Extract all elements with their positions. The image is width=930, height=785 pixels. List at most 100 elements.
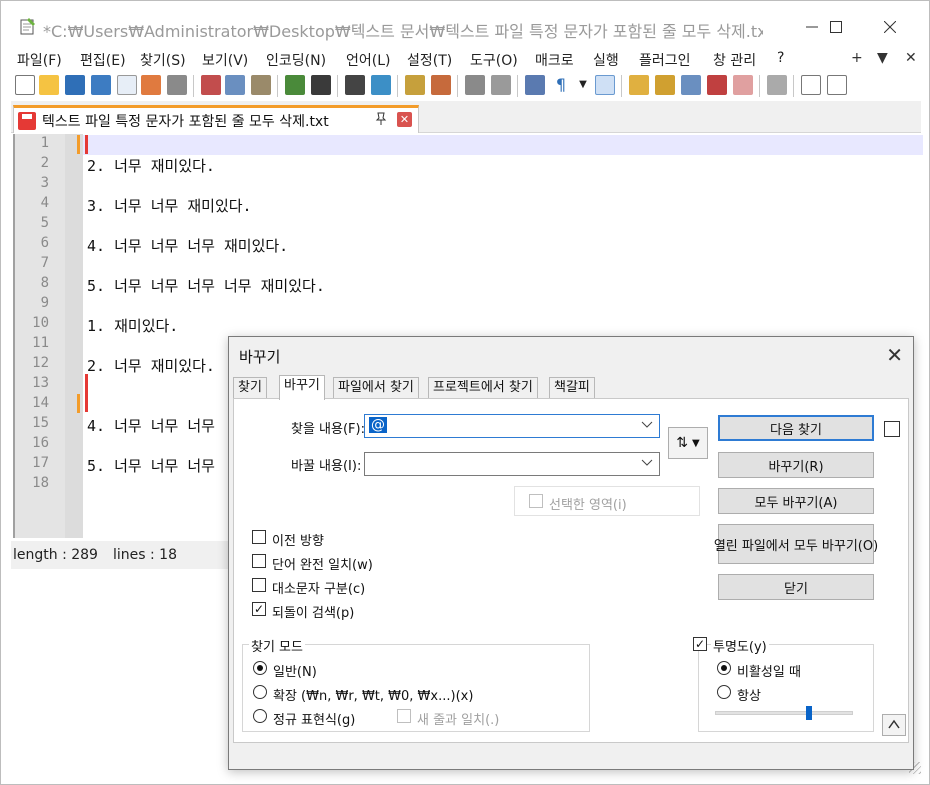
sync-vertical-icon[interactable] [465,75,485,95]
menu-tools[interactable]: 도구(O) [470,50,518,70]
menu-plugins[interactable]: 플러그인 [639,50,691,70]
close-dialog-button[interactable]: 닫기 [718,574,874,600]
redo-icon[interactable] [311,75,331,95]
close-doc-icon[interactable]: ✕ [905,50,917,66]
replace-all-button[interactable]: 모두 바꾸기(A) [718,488,874,514]
cut-icon[interactable] [201,75,221,95]
function-list-icon[interactable] [707,75,727,95]
save-all-icon[interactable] [91,75,111,95]
toolbar-dropdown-icon[interactable]: ▼ [573,75,593,95]
transparency-always-radio[interactable] [717,685,731,699]
doc-list-icon[interactable] [681,75,701,95]
close-file-icon[interactable] [117,75,137,95]
find-icon[interactable] [345,75,365,95]
notepad-app-icon [20,18,35,35]
code-line: 5. 너무 너무 너무 [87,457,215,475]
record-macro-icon[interactable] [801,75,821,95]
menu-help[interactable]: ? [777,50,784,66]
swap-find-replace-button[interactable]: ⇅ ▼ [668,427,708,459]
in-selection-checkbox[interactable] [529,494,543,508]
replace-dialog: 바꾸기 ✕ 찾기 바꾸기 파일에서 찾기 프로젝트에서 찾기 책갈피 찾을 내용… [228,336,914,770]
find-label: 찾을 내용(F): [291,422,365,437]
menu-language[interactable]: 언어(L) [346,50,390,70]
mode-normal-label: 일반(N) [273,665,317,680]
pin-icon[interactable] [374,112,388,130]
transparency-checkbox[interactable]: ✓ [693,637,707,651]
find-value: @ [369,417,387,433]
undo-icon[interactable] [285,75,305,95]
maximize-button[interactable] [813,11,859,43]
chevron-down-icon[interactable] [641,418,653,433]
zoom-in-icon[interactable] [405,75,425,95]
mode-normal-radio[interactable] [253,661,267,675]
menu-file[interactable]: 파일(F) [17,50,62,70]
paste-icon[interactable] [251,75,271,95]
folder-as-workspace-icon[interactable] [733,75,753,95]
menu-encoding[interactable]: 인코딩(N) [266,50,326,70]
monitoring-eye-icon[interactable] [767,75,787,95]
copy-icon[interactable] [225,75,245,95]
close-all-icon[interactable] [141,75,161,95]
tab-close-icon[interactable]: ✕ [397,112,412,127]
line-number: 5 [40,215,49,231]
menu-view[interactable]: 보기(V) [202,50,248,70]
find-next-button[interactable]: 다음 찾기 [718,415,874,441]
transparency-slider-thumb[interactable] [805,706,812,720]
wrap-around-checkbox[interactable]: ✓ [252,602,266,616]
show-all-chars-icon[interactable]: ¶ [551,75,571,95]
menu-edit[interactable]: 편집(E) [80,50,126,70]
replace-button[interactable]: 바꾸기(R) [718,452,874,478]
replace-input[interactable] [364,452,660,476]
backward-direction-checkbox[interactable] [252,530,266,544]
toolbar: ¶ ▼ [11,73,921,99]
save-icon[interactable] [65,75,85,95]
transparency-group: ✓ 투명도(y) 비활성일 때 항상 [693,636,874,732]
stop-macro-icon[interactable] [827,75,847,95]
transparency-slider-track[interactable] [715,711,853,715]
tab-mark[interactable]: 책갈피 [549,377,595,399]
new-file-icon[interactable] [15,75,35,95]
line-number: 4 [40,195,49,211]
menu-run[interactable]: 실행 [593,50,619,70]
sync-horizontal-icon[interactable] [491,75,511,95]
window-close-button[interactable] [867,11,913,43]
file-tab[interactable]: 텍스트 파일 특정 문자가 포함된 줄 모두 삭제.txt ✕ [13,105,419,133]
word-wrap-icon[interactable] [525,75,545,95]
dialog-close-icon[interactable]: ✕ [886,343,903,367]
menu-window[interactable]: 창 관리 [713,50,756,70]
dialog-title: 바꾸기 [239,348,281,366]
menu-macro[interactable]: 매크로 [535,50,574,70]
chevron-down-icon[interactable] [641,456,653,471]
replace-panel: 찾을 내용(F): @ 바꿀 내용(I): ⇅ ▼ 선택한 영역(i) 다음 찾… [233,398,909,743]
menu-search[interactable]: 찾기(S) [140,50,186,70]
match-whole-word-checkbox[interactable] [252,554,266,568]
indent-guide-icon[interactable] [595,75,615,95]
menu-bar: 파일(F) 편집(E) 찾기(S) 보기(V) 인코딩(N) 언어(L) 설정(… [1,45,929,71]
menu-settings[interactable]: 설정(T) [407,50,452,70]
transparency-on-lose-focus-radio[interactable] [717,661,731,675]
tab-replace[interactable]: 바꾸기 [279,375,325,400]
zoom-out-icon[interactable] [431,75,451,95]
title-bar: *C:₩Users₩Administrator₩Desktop₩텍스트 문서₩텍… [1,1,929,43]
tab-find-in-files[interactable]: 파일에서 찾기 [333,377,419,399]
keep-open-checkbox[interactable] [884,421,900,437]
replace-all-open-docs-button[interactable]: 열린 파일에서 모두 바꾸기(O) [714,524,878,564]
replace-icon[interactable] [371,75,391,95]
code-line: 2. 너무 재미있다. [87,157,215,175]
line-number: 15 [32,415,49,431]
tab-find[interactable]: 찾기 [233,377,267,399]
mode-regex-radio[interactable] [253,709,267,723]
new-tab-plus-icon[interactable]: + [851,50,863,66]
tab-find-in-projects[interactable]: 프로젝트에서 찾기 [428,377,538,399]
print-icon[interactable] [167,75,187,95]
collapse-button[interactable] [882,714,906,736]
mode-extended-radio[interactable] [253,685,267,699]
open-file-icon[interactable] [39,75,59,95]
doc-map-icon[interactable] [655,75,675,95]
match-case-checkbox[interactable] [252,578,266,592]
file-tab-label: 텍스트 파일 특정 문자가 포함된 줄 모두 삭제.txt [42,113,329,130]
tab-list-down-icon[interactable]: ▼ [877,50,888,66]
user-language-icon[interactable] [629,75,649,95]
dot-matches-newline-checkbox[interactable] [397,709,411,723]
find-input[interactable]: @ [364,414,660,438]
